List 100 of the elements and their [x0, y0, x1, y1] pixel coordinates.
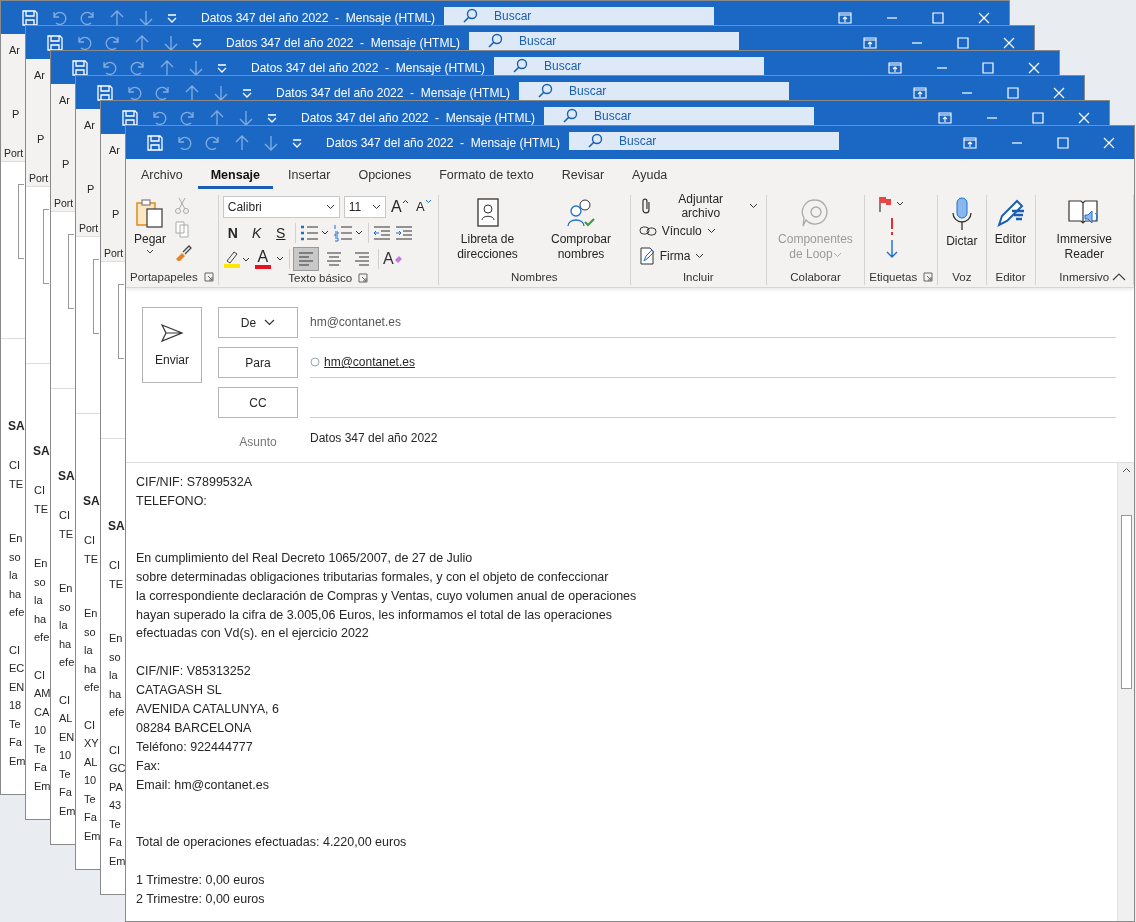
format-painter-icon[interactable] — [174, 243, 193, 261]
to-button[interactable]: Para — [218, 347, 298, 378]
tab-label: Ar — [59, 93, 70, 107]
save-icon[interactable] — [96, 83, 114, 102]
ribbon-tab[interactable]: Ayuda — [619, 161, 681, 189]
ribbon-display-icon[interactable] — [888, 61, 902, 74]
close-icon[interactable] — [1028, 61, 1040, 74]
down-arrow-icon[interactable] — [137, 8, 155, 27]
ribbon-display-icon[interactable] — [838, 11, 852, 24]
bullet-list-icon[interactable] — [299, 223, 330, 242]
up-arrow-icon[interactable] — [183, 83, 201, 102]
up-arrow-icon[interactable] — [233, 133, 251, 152]
maximize-icon[interactable] — [932, 11, 944, 24]
save-icon[interactable] — [71, 58, 89, 77]
scissors-icon[interactable] — [174, 197, 191, 215]
down-arrow-icon[interactable] — [212, 83, 230, 102]
scroll-up-icon[interactable] — [1121, 467, 1131, 473]
decrease-indent-icon[interactable] — [372, 224, 391, 241]
body-text: PA — [109, 779, 123, 795]
save-icon[interactable] — [21, 8, 39, 27]
group-label: Port — [79, 221, 99, 235]
search-field[interactable]: Buscar — [444, 7, 714, 25]
ribbon-display-icon[interactable] — [863, 36, 877, 49]
customize-caret-icon[interactable] — [216, 62, 228, 73]
ribbon-display-icon[interactable] — [913, 86, 927, 99]
save-icon[interactable] — [46, 33, 64, 52]
search-field[interactable]: Buscar — [544, 107, 814, 125]
bold-button[interactable]: N — [222, 221, 243, 244]
close-icon[interactable] — [1103, 136, 1115, 149]
save-icon[interactable] — [121, 108, 139, 127]
ribbon-tab[interactable]: Mensaje — [197, 161, 274, 189]
grow-font-button[interactable]: A — [389, 195, 410, 218]
save-icon[interactable] — [146, 133, 164, 152]
maximize-icon[interactable] — [1007, 86, 1019, 99]
font-name-field[interactable]: Calibri — [222, 195, 340, 218]
italic-button[interactable]: K — [246, 221, 267, 244]
maximize-icon[interactable] — [1032, 111, 1044, 124]
numbered-list-icon[interactable] — [333, 223, 364, 242]
caret-icon[interactable] — [274, 254, 285, 263]
ribbon-display-icon[interactable] — [938, 111, 952, 124]
copy-icon[interactable] — [174, 220, 191, 238]
underline-button[interactable]: S — [270, 221, 291, 244]
close-icon[interactable] — [1078, 111, 1090, 124]
customize-caret-icon[interactable] — [166, 12, 178, 23]
ribbon-tab[interactable]: Archivo — [128, 161, 196, 189]
maximize-icon[interactable] — [957, 36, 969, 49]
ribbon-tab[interactable]: Opciones — [345, 161, 425, 189]
close-icon[interactable] — [1053, 86, 1065, 99]
recipient-link[interactable]: hm@contanet.es — [324, 355, 415, 369]
up-arrow-icon[interactable] — [108, 8, 126, 27]
up-arrow-icon[interactable] — [208, 108, 226, 127]
address-book-button[interactable]: Libreta de direcciones — [442, 195, 533, 264]
body-text: sobre determinadas obligaciones tributarias formales, y con el objeto de confeccionar — [136, 568, 610, 586]
maximize-icon[interactable] — [982, 61, 994, 74]
shrink-font-button[interactable]: A — [413, 195, 434, 218]
check-names-button[interactable]: Comprobar nombres — [536, 195, 626, 264]
subject-text[interactable]: Datos 347 del año 2022 — [310, 431, 438, 445]
signature-button[interactable]: Firma — [638, 245, 758, 267]
from-button[interactable]: De — [218, 307, 298, 338]
maximize-icon[interactable] — [1057, 136, 1069, 149]
scroll-thumb[interactable] — [1120, 515, 1132, 689]
down-arrow-icon[interactable] — [262, 133, 280, 152]
close-icon[interactable] — [978, 11, 990, 24]
font-color-button[interactable]: A — [254, 248, 271, 269]
down-arrow-icon[interactable] — [237, 108, 255, 127]
down-arrow-icon[interactable] — [187, 58, 205, 77]
align-left-icon[interactable] — [293, 247, 318, 270]
up-arrow-icon[interactable] — [158, 58, 176, 77]
cc-button[interactable]: CC — [218, 387, 298, 418]
low-importance-icon[interactable] — [885, 239, 900, 259]
collapse-ribbon-icon[interactable] — [1112, 273, 1126, 281]
search-field[interactable]: Buscar — [569, 132, 839, 150]
search-field[interactable]: Buscar — [494, 57, 764, 75]
clear-formatting-button[interactable]: A — [382, 247, 403, 270]
customize-caret-icon[interactable] — [241, 87, 253, 98]
customize-caret-icon[interactable] — [191, 37, 203, 48]
close-icon[interactable] — [1003, 36, 1015, 49]
search-field[interactable]: Buscar — [519, 82, 789, 100]
dialog-launcher-icon[interactable] — [358, 272, 369, 283]
dialog-launcher-icon[interactable] — [203, 272, 214, 282]
send-button[interactable]: Enviar — [142, 307, 202, 383]
up-arrow-icon[interactable] — [133, 33, 151, 52]
scrollbar[interactable] — [1117, 463, 1134, 921]
search-field[interactable]: Buscar — [469, 32, 739, 50]
attach-button[interactable]: Adjuntar archivo — [638, 195, 758, 217]
dialog-launcher-icon[interactable] — [923, 272, 934, 282]
mic-button[interactable]: Dictar — [942, 195, 982, 251]
ribbon-tab[interactable]: Insertar — [275, 161, 344, 189]
editor-button[interactable]: Editor — [990, 195, 1031, 249]
down-arrow-icon[interactable] — [162, 33, 180, 52]
ribbon-display-icon[interactable] — [963, 136, 977, 149]
increase-indent-icon[interactable] — [394, 224, 413, 241]
reader-button[interactable]: Immersive Reader — [1039, 195, 1129, 264]
ribbon-tab[interactable]: Revisar — [548, 161, 618, 189]
link-button[interactable]: Vínculo — [638, 220, 758, 242]
font-size-field[interactable]: 11 — [343, 195, 386, 218]
ribbon-tab[interactable]: Formato de texto — [426, 161, 547, 189]
customize-caret-icon[interactable] — [291, 137, 303, 148]
customize-caret-icon[interactable] — [266, 112, 278, 123]
paste-button[interactable]: Pegar — [130, 195, 171, 257]
